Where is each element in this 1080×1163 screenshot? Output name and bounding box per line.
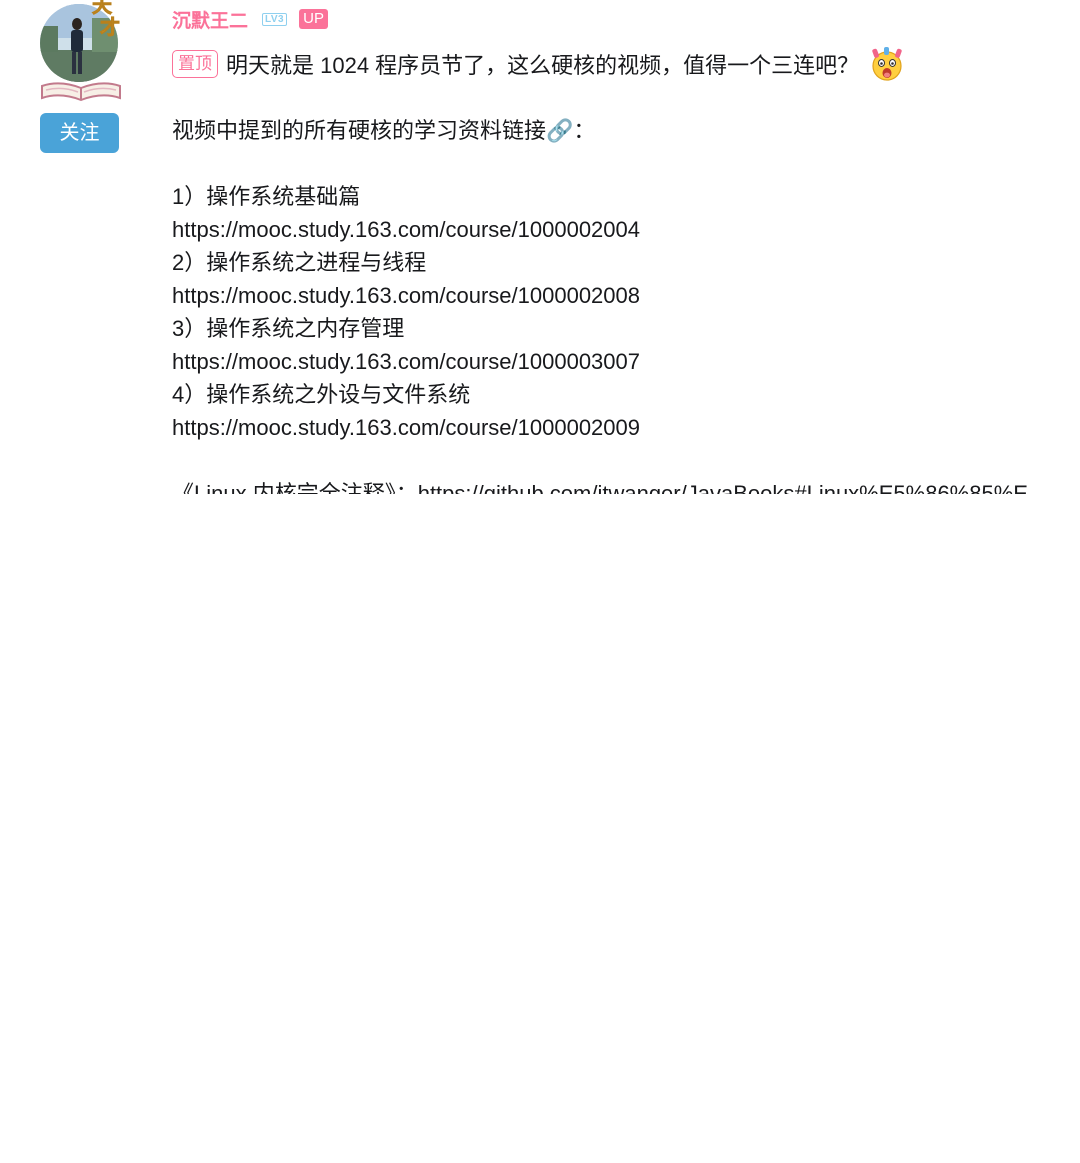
comment-body: 视频中提到的所有硬核的学习资料链接🔗： 1）操作系统基础篇 https://mo… xyxy=(172,114,1080,494)
follow-button[interactable]: 关注 xyxy=(40,113,119,153)
up-badge: UP xyxy=(299,9,328,29)
cut-off-line[interactable]: 《Linux 内核完全注释》：https://github.com/itwang… xyxy=(172,477,1080,494)
pinned-badge: 置顶 xyxy=(172,50,218,78)
resource-link[interactable]: https://mooc.study.163.com/course/100000… xyxy=(172,217,640,242)
resource-link[interactable]: https://mooc.study.163.com/course/100000… xyxy=(172,349,640,374)
comment-header: 沉默王二 LV3 UP xyxy=(172,6,328,32)
resource-link[interactable]: https://mooc.study.163.com/course/100000… xyxy=(172,415,640,440)
pendant-book-icon xyxy=(38,76,124,104)
pendant-char-2: 才 xyxy=(100,15,120,38)
resource-link[interactable]: https://mooc.study.163.com/course/100000… xyxy=(172,283,640,308)
comment-first-line: 置顶 明天就是 1024 程序员节了，这么硬核的视频，值得一个三连吧？ xyxy=(172,47,905,81)
resource-label: 2）操作系统之进程与线程 xyxy=(172,250,427,275)
comment-title-text: 明天就是 1024 程序员节了，这么硬核的视频，值得一个三连吧？ xyxy=(226,53,860,78)
resource-label: 3）操作系统之内存管理 xyxy=(172,316,405,341)
shocked-face-emoji-icon xyxy=(869,47,905,81)
pendant-genius-icon: 天 才 xyxy=(86,0,126,39)
avatar-area[interactable]: 天 才 xyxy=(38,0,124,104)
comment-item: 天 才 关注 沉默王二 LV3 UP 置顶 明天就是 1024 程序员节了，这么… xyxy=(0,0,1080,494)
comment-intro: 视频中提到的所有硬核的学习资料链接🔗： xyxy=(172,118,596,143)
username[interactable]: 沉默王二 xyxy=(172,6,248,33)
resource-label: 4）操作系统之外设与文件系统 xyxy=(172,382,471,407)
resource-label: 1）操作系统基础篇 xyxy=(172,184,361,209)
level-badge: LV3 xyxy=(262,12,288,26)
